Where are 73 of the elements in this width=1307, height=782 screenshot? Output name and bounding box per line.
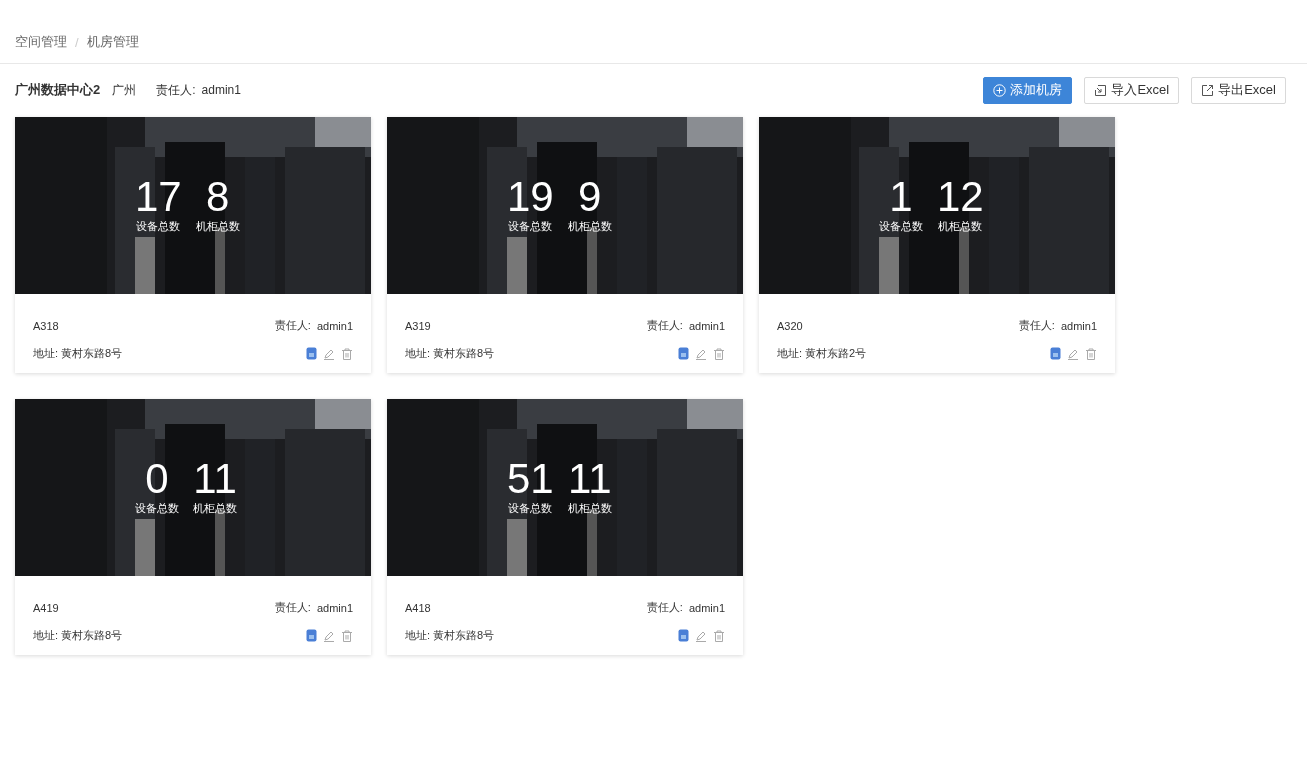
room-name: A418 [405, 601, 431, 614]
cabinet-count: 11 [193, 457, 237, 501]
owner-label: 责任人: [1018, 318, 1055, 333]
device-count: 1 [889, 175, 913, 219]
cabinet-count: 9 [578, 175, 602, 219]
edit-icon[interactable] [323, 347, 335, 360]
device-count-label: 设备总数 [879, 219, 923, 234]
document-icon[interactable] [678, 629, 689, 642]
add-room-button[interactable]: 添加机房 [983, 76, 1073, 104]
cabinet-count-label: 机柜总数 [567, 501, 612, 516]
cabinet-count: 11 [567, 457, 612, 501]
edit-icon[interactable] [323, 629, 335, 642]
room-name: A319 [405, 319, 431, 332]
datacenter-title: 广州数据中心2 [15, 81, 101, 99]
document-icon[interactable] [678, 347, 689, 360]
room-address: 地址: 黄村东路8号 [405, 346, 495, 361]
device-count: 19 [507, 175, 554, 219]
room-address: 地址: 黄村东路8号 [405, 628, 495, 643]
edit-icon[interactable] [1067, 347, 1079, 360]
room-name: A318 [33, 319, 59, 332]
room-address: 地址: 黄村东路8号 [33, 346, 123, 361]
owner-name: admin1 [316, 319, 353, 332]
add-icon [993, 83, 1007, 97]
import-icon [1094, 83, 1108, 97]
delete-icon[interactable] [713, 347, 725, 360]
cabinet-count-label: 机柜总数 [193, 501, 237, 516]
breadcrumb-item[interactable]: 空间管理 [15, 33, 67, 51]
room-name: A320 [777, 319, 803, 332]
device-count-label: 设备总数 [136, 219, 181, 234]
room-card[interactable]: 19 设备总数 9 机柜总数 A319 责任人: admin1 地址: 黄村东路8号 [387, 117, 743, 373]
device-count-label: 设备总数 [135, 501, 179, 516]
room-card[interactable]: 51 设备总数 11 机柜总数 A418 责任人: admin1 地址: 黄村东路8号 [387, 399, 743, 655]
owner-name: admin1 [688, 601, 725, 614]
device-count: 0 [145, 457, 169, 501]
breadcrumb-separator: / [75, 34, 79, 50]
export-icon [1201, 83, 1215, 97]
owner-name: admin1 [201, 83, 241, 97]
export-excel-button[interactable]: 导出Excel [1191, 76, 1286, 104]
owner-label: 责任人: [274, 600, 311, 615]
delete-icon[interactable] [1085, 347, 1097, 360]
room-card[interactable]: 0 设备总数 11 机柜总数 A419 责任人: admin1 地址: 黄村东路8号 [15, 399, 371, 655]
cabinet-count: 8 [206, 175, 230, 219]
delete-icon[interactable] [341, 629, 353, 642]
document-icon[interactable] [306, 629, 317, 642]
owner-name: admin1 [688, 319, 725, 332]
document-icon[interactable] [1050, 347, 1061, 360]
room-name: A419 [33, 601, 59, 614]
owner-label: 责任人: [646, 600, 683, 615]
cabinet-count-label: 机柜总数 [195, 219, 240, 234]
device-count: 17 [135, 175, 182, 219]
edit-icon[interactable] [695, 347, 707, 360]
delete-icon[interactable] [713, 629, 725, 642]
cabinet-count: 12 [937, 175, 984, 219]
owner-label: 责任人: [646, 318, 683, 333]
owner-name: admin1 [1060, 319, 1097, 332]
room-card[interactable]: 1 设备总数 12 机柜总数 A320 责任人: admin1 地址: 黄村东路2号 [759, 117, 1115, 373]
room-address: 地址: 黄村东路2号 [777, 346, 867, 361]
device-count-label: 设备总数 [508, 219, 553, 234]
room-card[interactable]: 17 设备总数 8 机柜总数 A318 责任人: admin1 地址: 黄村东路8号 [15, 117, 371, 373]
device-count-label: 设备总数 [508, 501, 553, 516]
cabinet-count-label: 机柜总数 [567, 219, 612, 234]
edit-icon[interactable] [695, 629, 707, 642]
document-icon[interactable] [306, 347, 317, 360]
owner-label: 责任人: [274, 318, 311, 333]
delete-icon[interactable] [341, 347, 353, 360]
import-excel-button[interactable]: 导入Excel [1084, 76, 1180, 104]
city-label: 广州 [112, 81, 137, 99]
device-count: 51 [507, 457, 554, 501]
breadcrumb-item[interactable]: 机房管理 [86, 33, 139, 51]
owner-label: 责任人: [156, 81, 196, 99]
cabinet-count-label: 机柜总数 [938, 219, 983, 234]
owner-name: admin1 [316, 601, 353, 614]
room-address: 地址: 黄村东路8号 [33, 628, 123, 643]
